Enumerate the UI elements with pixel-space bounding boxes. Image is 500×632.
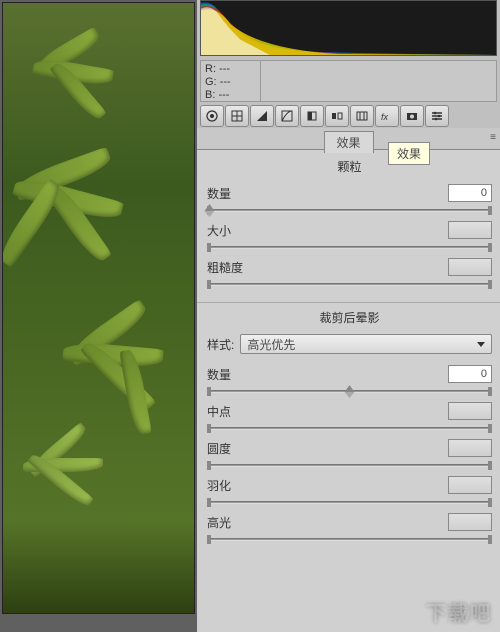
vignette-highlight-value[interactable] bbox=[448, 513, 492, 531]
vignette-style-value: 高光优先 bbox=[247, 336, 295, 353]
rgb-readout: R: --- G: --- B: --- bbox=[200, 60, 497, 102]
effects-panel: 颗粒 数量 0 大小 粗糙度 bbox=[197, 150, 500, 632]
color-wheel-icon[interactable] bbox=[200, 105, 224, 127]
grain-size-slider[interactable] bbox=[207, 241, 492, 255]
vignette-style-label: 样式: bbox=[207, 336, 234, 353]
vignette-feather-value[interactable] bbox=[448, 476, 492, 494]
vignette-amount-slider[interactable] bbox=[207, 385, 492, 399]
g-value: --- bbox=[220, 76, 231, 88]
grain-section-title: 颗粒 bbox=[207, 158, 492, 175]
vignette-midpoint-label: 中点 bbox=[207, 403, 231, 420]
vignette-highlight-label: 高光 bbox=[207, 514, 231, 531]
preview-pane bbox=[0, 0, 197, 632]
watermark: 下载吧 bbox=[426, 597, 492, 626]
split-tone-icon[interactable] bbox=[325, 105, 349, 127]
grain-roughness-value[interactable] bbox=[448, 258, 492, 276]
camera-icon[interactable] bbox=[400, 105, 424, 127]
r-value: --- bbox=[219, 63, 230, 75]
grid-icon[interactable] bbox=[225, 105, 249, 127]
histogram[interactable] bbox=[200, 0, 497, 56]
vignette-feather-label: 羽化 bbox=[207, 477, 231, 494]
grain-amount-value[interactable]: 0 bbox=[448, 184, 492, 202]
lens-icon[interactable] bbox=[350, 105, 374, 127]
vignette-amount-label: 数量 bbox=[207, 366, 231, 383]
chevron-down-icon bbox=[477, 342, 485, 347]
vignette-roundness-label: 圆度 bbox=[207, 440, 231, 457]
g-label: G: bbox=[205, 76, 217, 88]
detail-icon[interactable] bbox=[300, 105, 324, 127]
preview-image bbox=[2, 2, 195, 614]
grain-amount-slider[interactable] bbox=[207, 204, 492, 218]
vignette-midpoint-slider[interactable] bbox=[207, 422, 492, 436]
vignette-roundness-slider[interactable] bbox=[207, 459, 492, 473]
panel-menu-icon[interactable]: ≡ bbox=[490, 132, 496, 143]
svg-text:fx: fx bbox=[381, 112, 389, 122]
exposure-triangle-icon[interactable] bbox=[250, 105, 274, 127]
b-value: --- bbox=[218, 89, 229, 101]
grain-size-value[interactable] bbox=[448, 221, 492, 239]
tab-effects[interactable]: 效果 bbox=[323, 131, 373, 153]
right-pane: R: --- G: --- B: --- fx 效果 效果 ≡ 颗粒 数量 0 bbox=[197, 0, 500, 632]
tone-curve-icon[interactable] bbox=[275, 105, 299, 127]
vignette-section-title: 裁剪后晕影 bbox=[207, 309, 492, 326]
tab-bar: 效果 效果 ≡ bbox=[197, 128, 500, 150]
tab-tooltip: 效果 bbox=[388, 142, 430, 165]
grain-size-label: 大小 bbox=[207, 222, 231, 239]
vignette-roundness-value[interactable] bbox=[448, 439, 492, 457]
grain-roughness-label: 粗糙度 bbox=[207, 259, 243, 276]
r-label: R: bbox=[205, 63, 216, 75]
presets-icon[interactable] bbox=[425, 105, 449, 127]
fx-icon[interactable]: fx bbox=[375, 105, 399, 127]
vignette-highlight-slider[interactable] bbox=[207, 533, 492, 547]
b-label: B: bbox=[205, 89, 215, 101]
vignette-style-dropdown[interactable]: 高光优先 bbox=[240, 334, 492, 354]
grain-roughness-slider[interactable] bbox=[207, 278, 492, 292]
vignette-midpoint-value[interactable] bbox=[448, 402, 492, 420]
vignette-amount-value[interactable]: 0 bbox=[448, 365, 492, 383]
grain-amount-label: 数量 bbox=[207, 185, 231, 202]
vignette-feather-slider[interactable] bbox=[207, 496, 492, 510]
panel-toolbar: fx bbox=[197, 104, 500, 128]
